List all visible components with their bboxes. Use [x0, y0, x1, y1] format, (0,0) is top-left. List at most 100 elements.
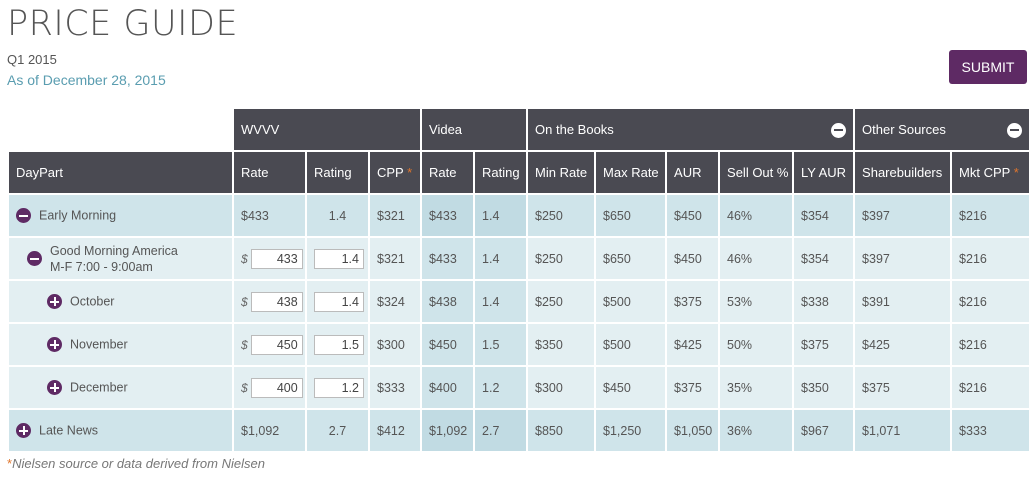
col-header-videa-rate[interactable]: Rate [420, 150, 476, 195]
col-header-min-rate[interactable]: Min Rate [526, 150, 597, 195]
sell-out-cell: 36% [718, 408, 795, 453]
videa-rate-cell: $450 [420, 322, 476, 367]
col-header-mkt-cpp[interactable]: Mkt CPP * [950, 150, 1032, 195]
col-header-sell-out[interactable]: Sell Out % [718, 150, 795, 195]
page-title: PRICE GUIDE [7, 4, 239, 44]
max-rate-cell: $650 [594, 193, 668, 238]
aur-cell: $450 [665, 236, 721, 281]
expand-icon[interactable] [47, 294, 62, 310]
mkt-cpp-cell: $216 [950, 365, 1032, 410]
group-header-blank [7, 107, 234, 152]
footnote-text: Nielsen source or data derived from Niel… [12, 456, 265, 471]
aur-cell: $450 [665, 193, 721, 238]
cpp-cell: $324 [367, 279, 423, 324]
mkt-cpp-cell: $216 [950, 193, 1032, 238]
col-header-max-rate[interactable]: Max Rate [594, 150, 668, 195]
sharebuilders-cell: $397 [853, 193, 953, 238]
videa-rating-cell: 1.4 [473, 236, 529, 281]
rate-input[interactable] [250, 248, 303, 269]
aur-cell: $425 [665, 322, 721, 367]
daypart-cell: November [7, 322, 234, 367]
group-header-on-the-books: On the Books [526, 107, 856, 152]
col-header-rating[interactable]: Rating [305, 150, 370, 195]
daypart-cell: December [7, 365, 234, 410]
sell-out-cell: 46% [718, 193, 795, 238]
aur-cell: $375 [665, 365, 721, 410]
min-rate-cell: $350 [526, 322, 597, 367]
table-row-november: November $ $300 $450 1.5 $350 $500 $425 … [7, 322, 1032, 367]
expand-icon[interactable] [47, 380, 62, 396]
col-header-sharebuilders[interactable]: Sharebuilders [853, 150, 953, 195]
ly-aur-cell: $354 [792, 236, 856, 281]
videa-rating-cell: 1.2 [473, 365, 529, 410]
sharebuilders-cell: $375 [853, 365, 953, 410]
group-header-other-sources-label: Other Sources [862, 121, 946, 137]
rate-input[interactable] [250, 291, 303, 312]
expand-icon[interactable] [16, 423, 31, 439]
collapse-icon[interactable] [16, 208, 31, 224]
min-rate-cell: $250 [526, 193, 597, 238]
min-rate-cell: $250 [526, 236, 597, 281]
daypart-cell: Good Morning America M-F 7:00 - 9:00am [7, 236, 234, 281]
sharebuilders-cell: $425 [853, 322, 953, 367]
ly-aur-cell: $338 [792, 279, 856, 324]
mkt-cpp-cell: $333 [950, 408, 1032, 453]
dollar-sign: $ [241, 251, 248, 266]
daypart-label: Early Morning [39, 208, 117, 223]
group-header-on-the-books-label: On the Books [535, 121, 614, 137]
ly-aur-cell: $375 [792, 322, 856, 367]
dollar-sign: $ [241, 294, 248, 309]
program-name: Good Morning America [50, 243, 178, 258]
table-row-early-morning: Early Morning $433 1.4 $321 $433 1.4 $25… [7, 193, 1032, 238]
col-header-daypart[interactable]: DayPart [7, 150, 234, 195]
table-row-october: October $ $324 $438 1.4 $250 $500 $375 5… [7, 279, 1032, 324]
col-header-cpp-label: CPP [377, 165, 404, 180]
videa-rate-cell: $433 [420, 236, 476, 281]
col-header-rate[interactable]: Rate [232, 150, 307, 195]
aur-cell: $375 [665, 279, 721, 324]
col-header-ly-aur[interactable]: LY AUR [792, 150, 856, 195]
collapse-other-sources-icon[interactable] [1007, 122, 1023, 138]
ly-aur-cell: $350 [792, 365, 856, 410]
expand-icon[interactable] [47, 337, 62, 353]
rate-cell: $1,092 [232, 408, 307, 453]
rating-input[interactable] [314, 334, 364, 355]
rate-cell: $ [232, 322, 307, 367]
max-rate-cell: $500 [594, 322, 668, 367]
daypart-cell: Early Morning [7, 193, 234, 238]
rating-cell [305, 322, 370, 367]
max-rate-cell: $1,250 [594, 408, 668, 453]
sell-out-cell: 46% [718, 236, 795, 281]
videa-rate-cell: $1,092 [420, 408, 476, 453]
rating-cell [305, 365, 370, 410]
cpp-cell: $321 [367, 193, 423, 238]
rate-input[interactable] [250, 377, 303, 398]
col-header-cpp[interactable]: CPP * [367, 150, 423, 195]
rate-cell: $ [232, 236, 307, 281]
max-rate-cell: $500 [594, 279, 668, 324]
rate-input[interactable] [250, 334, 303, 355]
rating-input[interactable] [314, 248, 364, 269]
videa-rate-cell: $433 [420, 193, 476, 238]
collapse-on-the-books-icon[interactable] [831, 122, 847, 138]
ly-aur-cell: $967 [792, 408, 856, 453]
month-label: December [70, 380, 128, 395]
dollar-sign: $ [241, 337, 248, 352]
sell-out-cell: 35% [718, 365, 795, 410]
dollar-sign: $ [241, 380, 248, 395]
sharebuilders-cell: $391 [853, 279, 953, 324]
program-time: M-F 7:00 - 9:00am [50, 259, 153, 274]
col-header-videa-rating[interactable]: Rating [473, 150, 529, 195]
sharebuilders-cell: $1,071 [853, 408, 953, 453]
rating-cell: 2.7 [305, 408, 370, 453]
rating-input[interactable] [314, 291, 364, 312]
rating-cell [305, 279, 370, 324]
mkt-cpp-cell: $216 [950, 322, 1032, 367]
column-header-row: DayPart Rate Rating CPP * Rate Rating Mi… [7, 150, 1032, 195]
col-header-aur[interactable]: AUR [665, 150, 721, 195]
submit-button[interactable]: SUBMIT [949, 50, 1027, 84]
ly-aur-cell: $354 [792, 193, 856, 238]
rating-input[interactable] [314, 377, 364, 398]
collapse-icon[interactable] [27, 251, 42, 266]
daypart-cell: October [7, 279, 234, 324]
